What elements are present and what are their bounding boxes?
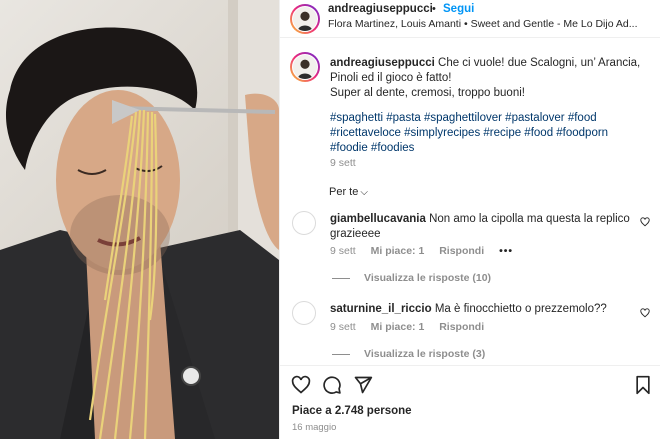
commenter-avatar[interactable] xyxy=(292,211,316,235)
photo-illustration xyxy=(0,0,279,439)
caption-hashtags: #spaghetti #pasta #spaghettilover #pasta… xyxy=(330,111,655,156)
post-header: andreagiuseppucci • Segui Flora Martinez… xyxy=(280,0,660,38)
hashtags-line-1[interactable]: #spaghetti #pasta #spaghettilover #pasta… xyxy=(330,112,597,124)
comment-text: saturnine_il_riccio Ma è finocchietto o … xyxy=(330,302,640,317)
view-replies-button[interactable]: Visualizza le risposte (10) xyxy=(332,272,491,284)
caption-username[interactable]: andreagiuseppucci xyxy=(330,57,435,69)
share-icon[interactable] xyxy=(353,375,373,395)
comment-text: giambellucavania Non amo la cipolla ma q… xyxy=(330,212,640,242)
comment-username[interactable]: saturnine_il_riccio xyxy=(330,303,432,315)
post-panel: andreagiuseppucci • Segui Flora Martinez… xyxy=(279,0,660,439)
comment-body-line-2: grazieeee xyxy=(330,228,381,240)
audio-attribution[interactable]: Flora Martinez, Louis Amanti • Sweet and… xyxy=(328,18,658,30)
action-bar xyxy=(280,365,660,401)
comment-meta: 9 sett Mi piace: 1 Rispondi xyxy=(330,321,496,333)
comment-like-heart-icon[interactable] xyxy=(640,308,650,318)
comment-like-heart-icon[interactable] xyxy=(640,217,650,227)
post-date[interactable]: 16 maggio xyxy=(292,422,336,433)
author-avatar[interactable] xyxy=(290,4,320,34)
caption-avatar[interactable] xyxy=(290,52,320,82)
chevron-down-icon: ⌵ xyxy=(360,187,368,198)
comment-icon[interactable] xyxy=(322,375,342,395)
comment-username[interactable]: giambellucavania xyxy=(330,213,426,225)
separator-dot: • xyxy=(432,3,436,15)
hashtags-line-3[interactable]: #foodie #foodies xyxy=(330,142,414,154)
post-photo[interactable] xyxy=(0,0,279,439)
heart-icon[interactable] xyxy=(291,375,311,395)
reply-line-divider xyxy=(332,277,350,279)
more-options-icon[interactable]: ••• xyxy=(499,245,513,257)
comment-filter-label: Per te xyxy=(329,186,359,198)
reply-line-divider xyxy=(332,353,350,355)
view-replies-label: Visualizza le risposte (10) xyxy=(364,272,492,284)
comment-timestamp[interactable]: 9 sett xyxy=(330,321,356,333)
author-username[interactable]: andreagiuseppucci xyxy=(328,3,433,15)
caption-line-1: Che ci vuole! due Scalogni, un’ Arancia, xyxy=(438,57,641,69)
view-replies-label: Visualizza le risposte (3) xyxy=(364,348,486,360)
view-replies-button[interactable]: Visualizza le risposte (3) xyxy=(332,348,485,360)
reply-button[interactable]: Rispondi xyxy=(439,321,484,333)
likes-count[interactable]: Piace a 2.748 persone xyxy=(292,405,412,417)
caption-line-2: Pinoli ed il gioco è fatto! xyxy=(330,72,452,84)
caption-timestamp[interactable]: 9 sett xyxy=(330,157,356,169)
hashtags-line-2[interactable]: #ricettaveloce #simplyrecipes #recipe #f… xyxy=(330,127,608,139)
commenter-avatar[interactable] xyxy=(292,301,316,325)
comment-body-line-1: Ma è finocchietto o prezzemolo?? xyxy=(434,303,607,315)
comment-likes[interactable]: Mi piace: 1 xyxy=(371,321,425,333)
follow-button[interactable]: Segui xyxy=(443,3,474,15)
reply-button[interactable]: Rispondi xyxy=(439,245,484,257)
avatar-image-icon xyxy=(293,55,317,79)
comment-timestamp[interactable]: 9 sett xyxy=(330,245,356,257)
comment-body-line-1: Non amo la cipolla ma questa la replico xyxy=(429,213,630,225)
comment-filter-dropdown[interactable]: Per te ⌵ xyxy=(329,186,368,198)
comment-meta: 9 sett Mi piace: 1 Rispondi ••• xyxy=(330,245,525,257)
caption-text: andreagiuseppucci Che ci vuole! due Scal… xyxy=(330,56,655,101)
comment-likes[interactable]: Mi piace: 1 xyxy=(371,245,425,257)
bookmark-icon[interactable] xyxy=(633,375,653,395)
avatar-image-icon xyxy=(293,7,317,31)
caption-line-3: Super al dente, cremosi, troppo buoni! xyxy=(330,87,525,99)
